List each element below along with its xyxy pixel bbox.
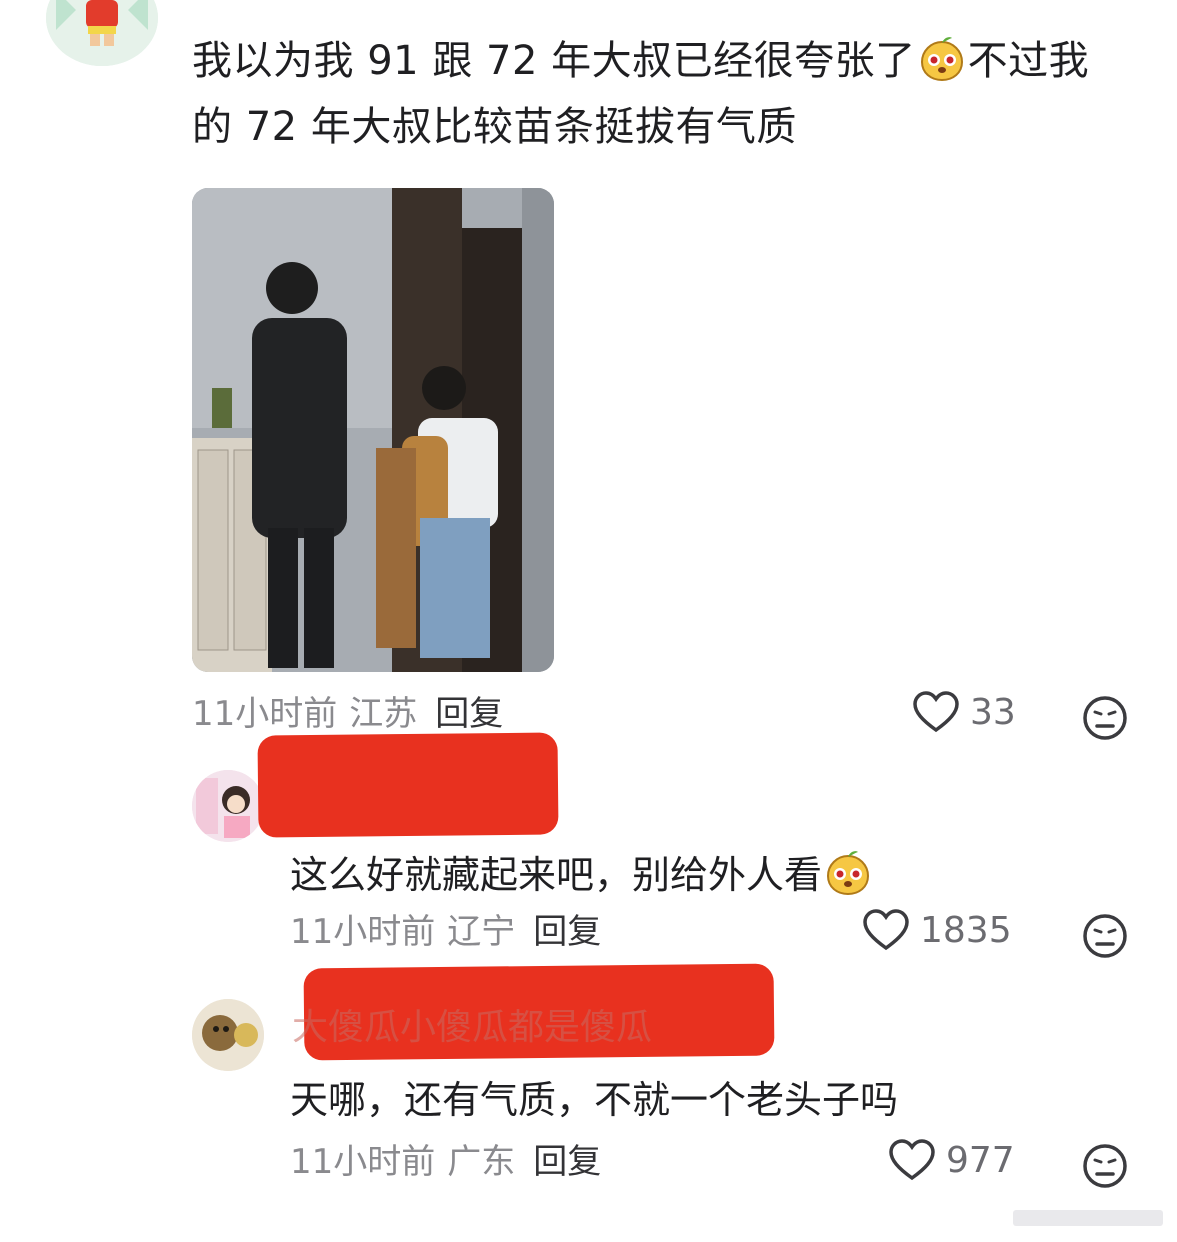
reply-1-like-count: 1835 [920,909,1012,951]
reply-1-text-wrap: 这么好就藏起来吧，别给外人看 [290,848,874,899]
yellow-pear-emoji-icon [918,34,966,82]
comment-photo[interactable] [192,188,554,672]
heart-outline-icon [889,1139,935,1181]
reply-1-region: 辽宁 [447,912,516,952]
main-comment-like-count: 33 [970,691,1016,733]
main-comment-dislike-button[interactable] [1082,695,1128,741]
reply-1-like-button[interactable]: 1835 [862,908,1012,952]
main-comment-line1-a: 我以为我 91 跟 72 年大叔已经很夸张了 [192,38,916,84]
reply-1-time: 11小时前 [290,912,436,952]
meh-face-icon [1083,1144,1127,1188]
reply-2-username: 大傻瓜小傻瓜都是傻瓜 [292,1007,653,1048]
reply-2-like-count: 977 [946,1139,1015,1181]
meh-face-icon [1083,914,1127,958]
reply-1-meta: 11小时前 辽宁 回复 [290,910,601,954]
main-comment-reply-button[interactable]: 回复 [435,694,503,734]
avatar-reply-1[interactable] [192,770,264,842]
reply-1-reply-button[interactable]: 回复 [533,912,601,952]
reply-2-dislike-button[interactable] [1082,1143,1128,1189]
main-comment-line1-b: 不过我 [967,38,1090,84]
watermark [1013,1204,1163,1232]
reply-2-reply-button[interactable]: 回复 [533,1142,601,1182]
reply-2-meta: 11小时前 广东 回复 [290,1140,601,1184]
reply-2-text: 天哪，还有气质，不就一个老头子吗 [290,1078,899,1122]
main-comment-region: 江苏 [349,694,418,734]
main-comment-text: 我以为我 91 跟 72 年大叔已经很夸张了 不过我 的 72 年大叔比较苗条挺拔… [192,28,1122,160]
reply-2-region: 广东 [447,1142,516,1182]
yellow-pear-emoji-icon [824,848,872,896]
avatar-main-commenter[interactable] [46,0,158,66]
reply-2-time: 11小时前 [290,1142,436,1182]
main-comment-like-button[interactable]: 33 [912,690,1016,734]
meh-face-icon [1083,696,1127,740]
redacted-username-reply-1 [257,732,559,838]
reply-1-text: 这么好就藏起来吧，别给外人看 [290,853,823,897]
heart-outline-icon [913,691,959,733]
reply-2-like-button[interactable]: 977 [888,1138,1015,1182]
reply-1-dislike-button[interactable] [1082,913,1128,959]
main-comment-time: 11小时前 [192,694,338,734]
avatar-reply-2[interactable] [192,999,264,1071]
main-comment-line2: 的 72 年大叔比较苗条挺拔有气质 [192,104,797,150]
main-comment-meta: 11小时前 江苏 回复 [192,692,503,736]
heart-outline-icon [863,909,909,951]
